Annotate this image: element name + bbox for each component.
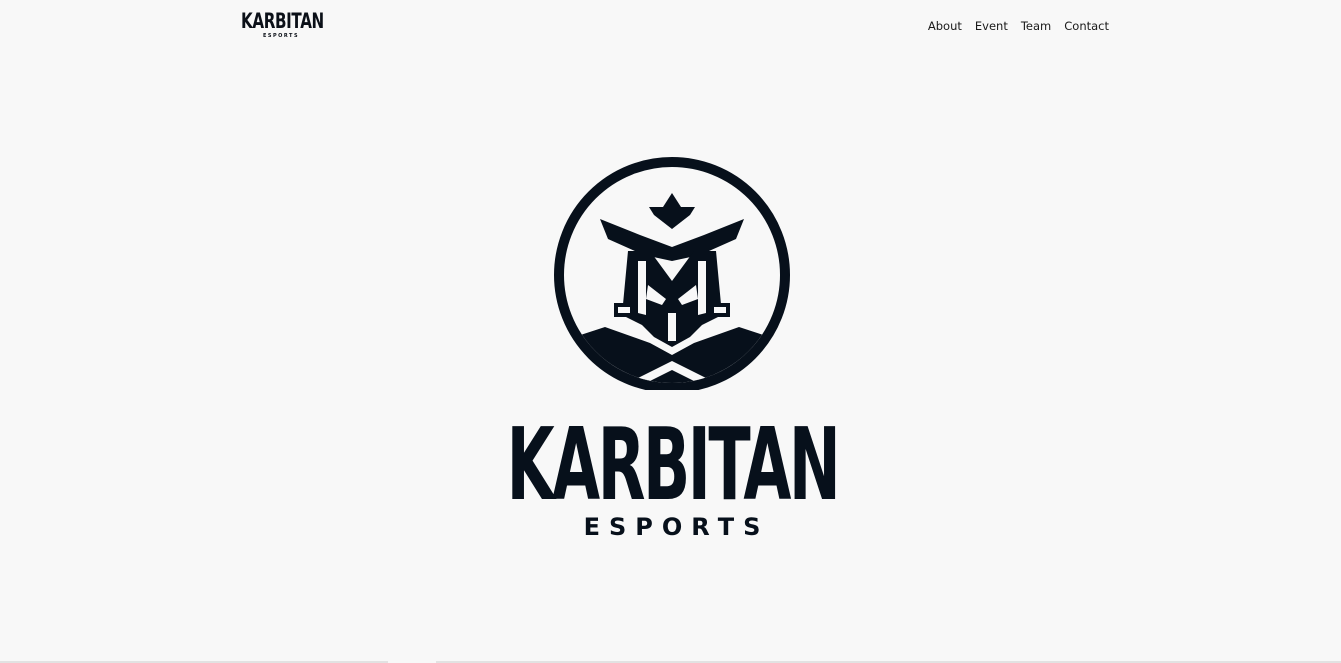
page: KARBITAN ESPORTS About Event Team Contac…: [0, 0, 1341, 663]
hero-wordmark: KARBITAN: [480, 410, 864, 520]
hero-logo: KARBITAN ESPORTS: [480, 155, 864, 547]
navbar: KARBITAN ESPORTS About Event Team Contac…: [0, 0, 1341, 54]
nav-logo-wordmark: KARBITAN: [241, 9, 324, 33]
hero-subword: ESPORTS: [583, 513, 770, 541]
nav-link-contact[interactable]: Contact: [1064, 19, 1109, 33]
spartan-helmet-emblem-icon: [554, 157, 790, 390]
nav-logo-subword: ESPORTS: [263, 33, 300, 39]
nav-link-about[interactable]: About: [928, 19, 962, 33]
nav-link-event[interactable]: Event: [975, 19, 1008, 33]
nav-links: About Event Team Contact: [928, 19, 1109, 33]
hero-wordmark-text: KARBITAN: [506, 406, 840, 523]
nav-logo[interactable]: KARBITAN ESPORTS: [241, 9, 324, 46]
nav-link-team[interactable]: Team: [1021, 19, 1051, 33]
